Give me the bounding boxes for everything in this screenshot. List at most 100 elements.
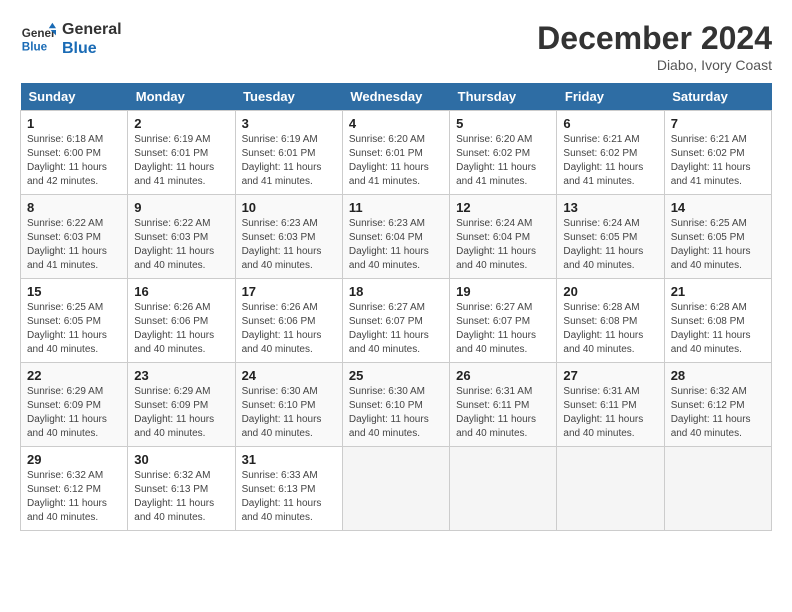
day-number: 19 [456,284,550,299]
day-info: Sunrise: 6:32 AM Sunset: 6:12 PM Dayligh… [671,385,765,441]
day-info: Sunrise: 6:27 AM Sunset: 6:07 PM Dayligh… [349,301,443,357]
calendar-cell: 11 Sunrise: 6:23 AM Sunset: 6:04 PM Dayli… [342,195,449,279]
day-number: 28 [671,368,765,383]
day-number: 11 [349,200,443,215]
calendar-cell: 9 Sunrise: 6:22 AM Sunset: 6:03 PM Daylig… [128,195,235,279]
day-header-sunday: Sunday [21,83,128,111]
day-info: Sunrise: 6:20 AM Sunset: 6:01 PM Dayligh… [349,133,443,189]
day-number: 2 [134,116,228,131]
day-info: Sunrise: 6:29 AM Sunset: 6:09 PM Dayligh… [134,385,228,441]
day-info: Sunrise: 6:30 AM Sunset: 6:10 PM Dayligh… [242,385,336,441]
day-info: Sunrise: 6:21 AM Sunset: 6:02 PM Dayligh… [563,133,657,189]
day-info: Sunrise: 6:27 AM Sunset: 6:07 PM Dayligh… [456,301,550,357]
calendar-cell [557,447,664,531]
day-number: 25 [349,368,443,383]
logo-icon: General Blue [20,21,56,57]
day-number: 24 [242,368,336,383]
day-number: 22 [27,368,121,383]
calendar-week-3: 15Sunrise: 6:25 AM Sunset: 6:05 PM Dayli… [21,279,772,363]
header: General Blue General Blue December 2024 … [20,20,772,73]
day-number: 16 [134,284,228,299]
calendar-cell: 22 Sunrise: 6:29 AM Sunset: 6:09 PM Dayli… [21,363,128,447]
day-number: 29 [27,452,121,467]
day-info: Sunrise: 6:30 AM Sunset: 6:10 PM Dayligh… [349,385,443,441]
day-header-saturday: Saturday [664,83,771,111]
calendar-cell: 28 Sunrise: 6:32 AM Sunset: 6:12 PM Dayli… [664,363,771,447]
day-number: 5 [456,116,550,131]
calendar-cell: 26 Sunrise: 6:31 AM Sunset: 6:11 PM Dayli… [450,363,557,447]
calendar-cell: 29 Sunrise: 6:32 AM Sunset: 6:12 PM Dayli… [21,447,128,531]
day-info: Sunrise: 6:21 AM Sunset: 6:02 PM Dayligh… [671,133,765,189]
calendar-week-2: 8 Sunrise: 6:22 AM Sunset: 6:03 PM Daylig… [21,195,772,279]
calendar-cell [664,447,771,531]
day-number: 14 [671,200,765,215]
day-info: Sunrise: 6:20 AM Sunset: 6:02 PM Dayligh… [456,133,550,189]
day-number: 26 [456,368,550,383]
calendar-cell: 18 Sunrise: 6:27 AM Sunset: 6:07 PM Dayli… [342,279,449,363]
calendar-cell: 21 Sunrise: 6:28 AM Sunset: 6:08 PM Dayli… [664,279,771,363]
day-info: Sunrise: 6:23 AM Sunset: 6:03 PM Dayligh… [242,217,336,273]
calendar-cell: 14 Sunrise: 6:25 AM Sunset: 6:05 PM Dayli… [664,195,771,279]
logo-general: General [62,20,122,39]
day-number: 1 [27,116,121,131]
calendar-cell: 27Sunrise: 6:31 AM Sunset: 6:11 PM Dayli… [557,363,664,447]
day-info: Sunrise: 6:22 AM Sunset: 6:03 PM Dayligh… [134,217,228,273]
day-number: 3 [242,116,336,131]
day-number: 8 [27,200,121,215]
calendar-cell: 2Sunrise: 6:19 AM Sunset: 6:01 PM Daylig… [128,111,235,195]
calendar-cell [342,447,449,531]
calendar-cell [450,447,557,531]
day-number: 18 [349,284,443,299]
calendar-cell: 30 Sunrise: 6:32 AM Sunset: 6:13 PM Dayli… [128,447,235,531]
day-info: Sunrise: 6:26 AM Sunset: 6:06 PM Dayligh… [242,301,336,357]
calendar-cell: 15Sunrise: 6:25 AM Sunset: 6:05 PM Dayli… [21,279,128,363]
svg-text:Blue: Blue [22,41,48,54]
day-info: Sunrise: 6:32 AM Sunset: 6:12 PM Dayligh… [27,469,121,525]
calendar-body: 1 Sunrise: 6:18 AM Sunset: 6:00 PM Daylig… [21,111,772,531]
day-number: 9 [134,200,228,215]
day-number: 30 [134,452,228,467]
day-header-tuesday: Tuesday [235,83,342,111]
day-number: 21 [671,284,765,299]
day-number: 20 [563,284,657,299]
calendar-week-1: 1 Sunrise: 6:18 AM Sunset: 6:00 PM Daylig… [21,111,772,195]
day-info: Sunrise: 6:28 AM Sunset: 6:08 PM Dayligh… [563,301,657,357]
calendar-cell: 3 Sunrise: 6:19 AM Sunset: 6:01 PM Daylig… [235,111,342,195]
calendar-cell: 16 Sunrise: 6:26 AM Sunset: 6:06 PM Dayli… [128,279,235,363]
day-info: Sunrise: 6:23 AM Sunset: 6:04 PM Dayligh… [349,217,443,273]
day-number: 13 [563,200,657,215]
day-number: 7 [671,116,765,131]
day-header-friday: Friday [557,83,664,111]
calendar-cell: 13Sunrise: 6:24 AM Sunset: 6:05 PM Dayli… [557,195,664,279]
day-number: 4 [349,116,443,131]
calendar-cell: 25 Sunrise: 6:30 AM Sunset: 6:10 PM Dayli… [342,363,449,447]
day-info: Sunrise: 6:18 AM Sunset: 6:00 PM Dayligh… [27,133,121,189]
logo-blue: Blue [62,39,122,58]
day-number: 6 [563,116,657,131]
calendar-cell: 10 Sunrise: 6:23 AM Sunset: 6:03 PM Dayli… [235,195,342,279]
calendar-cell: 12Sunrise: 6:24 AM Sunset: 6:04 PM Dayli… [450,195,557,279]
day-info: Sunrise: 6:25 AM Sunset: 6:05 PM Dayligh… [671,217,765,273]
day-info: Sunrise: 6:26 AM Sunset: 6:06 PM Dayligh… [134,301,228,357]
day-info: Sunrise: 6:29 AM Sunset: 6:09 PM Dayligh… [27,385,121,441]
calendar-cell: 8 Sunrise: 6:22 AM Sunset: 6:03 PM Daylig… [21,195,128,279]
calendar-table: SundayMondayTuesdayWednesdayThursdayFrid… [20,83,772,531]
calendar-cell: 17 Sunrise: 6:26 AM Sunset: 6:06 PM Dayli… [235,279,342,363]
calendar-cell: 23 Sunrise: 6:29 AM Sunset: 6:09 PM Dayli… [128,363,235,447]
day-info: Sunrise: 6:32 AM Sunset: 6:13 PM Dayligh… [134,469,228,525]
day-info: Sunrise: 6:19 AM Sunset: 6:01 PM Dayligh… [242,133,336,189]
logo: General Blue General Blue [20,20,122,58]
day-number: 15 [27,284,121,299]
month-title: December 2024 [537,20,772,57]
day-header-thursday: Thursday [450,83,557,111]
day-info: Sunrise: 6:28 AM Sunset: 6:08 PM Dayligh… [671,301,765,357]
calendar-cell: 6 Sunrise: 6:21 AM Sunset: 6:02 PM Daylig… [557,111,664,195]
day-number: 17 [242,284,336,299]
day-header-monday: Monday [128,83,235,111]
calendar-header-row: SundayMondayTuesdayWednesdayThursdayFrid… [21,83,772,111]
day-number: 23 [134,368,228,383]
day-info: Sunrise: 6:22 AM Sunset: 6:03 PM Dayligh… [27,217,121,273]
day-number: 10 [242,200,336,215]
calendar-week-5: 29 Sunrise: 6:32 AM Sunset: 6:12 PM Dayli… [21,447,772,531]
day-info: Sunrise: 6:31 AM Sunset: 6:11 PM Dayligh… [456,385,550,441]
